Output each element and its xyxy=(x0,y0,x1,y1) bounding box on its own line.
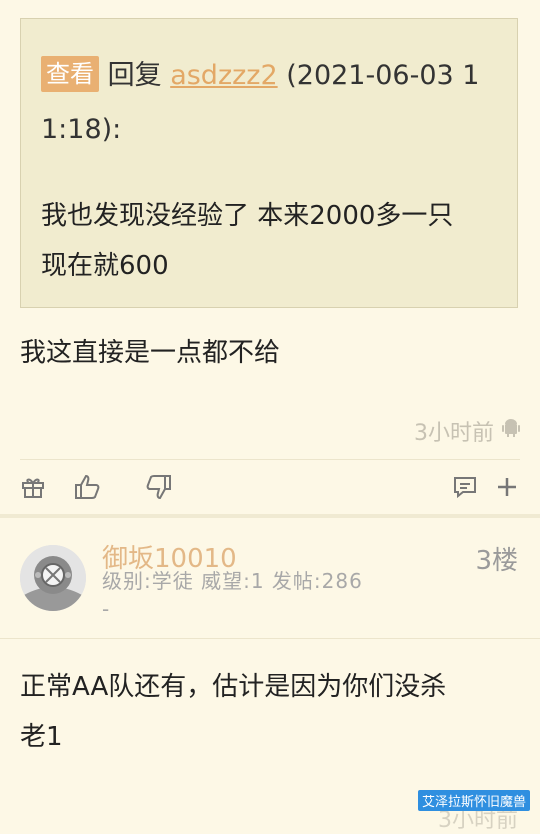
reply-time: 3小时前 xyxy=(414,421,494,446)
divider xyxy=(20,459,520,460)
quote-body: 我也发现没经验了 本来2000多一只 现在就600 xyxy=(41,191,497,291)
section-separator xyxy=(0,514,540,518)
thumbs-up-icon[interactable] xyxy=(72,470,102,504)
post-body: 正常AA队还有，估计是因为你们没杀 老1 xyxy=(20,662,520,762)
user-meta-text: 级别:学徒 威望:1 发帖:286 xyxy=(102,569,363,593)
thumbs-down-icon[interactable] xyxy=(144,470,174,504)
view-tag-button[interactable]: 查看 xyxy=(41,56,99,92)
user-meta-dash: - xyxy=(102,597,111,621)
watermark: 艾泽拉斯怀旧魔兽 xyxy=(417,790,530,811)
quote-body-line2: 现在就600 xyxy=(41,251,169,281)
comment-icon[interactable] xyxy=(450,470,480,504)
action-bar xyxy=(0,470,540,506)
post-user-meta: 级别:学徒 威望:1 发帖:286 - xyxy=(102,567,363,623)
gift-icon[interactable] xyxy=(18,470,48,504)
post-floor: 3楼 xyxy=(475,546,518,576)
reply-time-row: 3小时前 xyxy=(414,415,520,447)
quote-block: 查看 回复 asdzzz2 (2021-06-03 1 1:18): 我也发现没… xyxy=(20,18,518,308)
quoted-user-link[interactable]: asdzzz2 xyxy=(170,60,277,91)
plus-icon[interactable] xyxy=(492,470,522,504)
avatar[interactable] xyxy=(20,545,86,611)
quote-timestamp-part1: (2021-06-03 1 xyxy=(286,60,480,91)
post-body-line1: 正常AA队还有，估计是因为你们没杀 xyxy=(20,672,447,702)
quote-body-line1: 我也发现没经验了 本来2000多一只 xyxy=(41,201,454,231)
android-icon xyxy=(502,418,520,444)
divider xyxy=(0,638,540,639)
quote-header: 查看 回复 asdzzz2 (2021-06-03 1 1:18): xyxy=(41,49,497,157)
quote-timestamp-part2: 1:18): xyxy=(41,114,122,145)
reply-word: 回复 xyxy=(107,60,162,91)
post-body-line2: 老1 xyxy=(20,722,63,752)
reply-text: 我这直接是一点都不给 xyxy=(20,338,281,368)
